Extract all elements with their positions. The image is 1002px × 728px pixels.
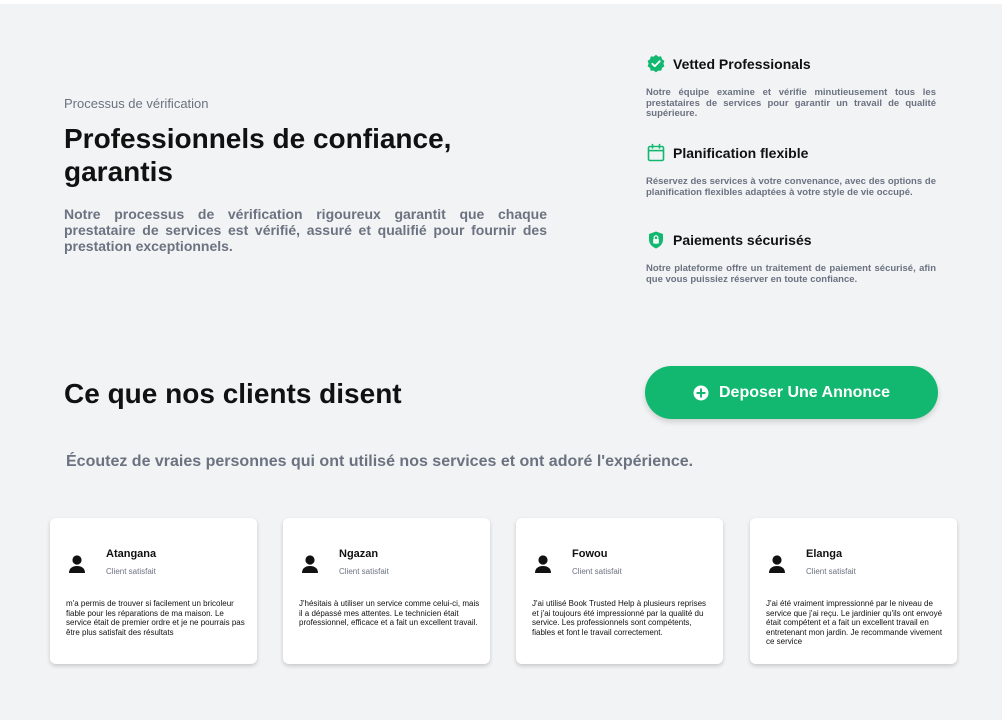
feature-title: Paiements sécurisés bbox=[673, 232, 812, 248]
card-quote: J'ai utilisé Book Trusted Help à plusieu… bbox=[532, 599, 707, 637]
card-quote: J'ai été vraiment impressionné par le ni… bbox=[766, 599, 943, 646]
testimonial-card: Elanga Client satisfait J'ai été vraimen… bbox=[750, 518, 957, 664]
testimonial-card: Ngazan Client satisfait J'hésitais à uti… bbox=[283, 518, 490, 664]
user-avatar-icon bbox=[768, 554, 786, 574]
feature-flexible-scheduling: Planification flexible Réservez des serv… bbox=[646, 143, 936, 198]
feature-vetted-professionals: Vetted Professionals Notre équipe examin… bbox=[646, 54, 936, 120]
user-avatar-icon bbox=[68, 554, 86, 574]
card-author-role: Client satisfait bbox=[806, 567, 856, 576]
user-avatar-icon bbox=[301, 554, 319, 574]
testimonial-card: Atangana Client satisfait m'a permis de … bbox=[50, 518, 257, 664]
feature-description: Notre plateforme offre un traitement de … bbox=[646, 263, 936, 285]
feature-description: Notre équipe examine et vérifie minutieu… bbox=[646, 87, 936, 119]
lock-shield-icon bbox=[646, 230, 666, 250]
card-author-role: Client satisfait bbox=[106, 567, 156, 576]
hero-eyebrow: Processus de vérification bbox=[64, 96, 209, 111]
card-author-name: Fowou bbox=[572, 548, 608, 560]
card-author-role: Client satisfait bbox=[572, 567, 622, 576]
post-listing-button[interactable]: Deposer Une Annonce bbox=[645, 366, 938, 419]
feature-secure-payments: Paiements sécurisés Notre plateforme off… bbox=[646, 230, 936, 285]
page-section: Processus de vérification Professionnels… bbox=[0, 4, 1002, 720]
card-author-name: Atangana bbox=[106, 548, 157, 560]
user-avatar-icon bbox=[534, 554, 552, 574]
testimonials-subtitle: Écoutez de vraies personnes qui ont util… bbox=[66, 453, 694, 470]
hero-description: Notre processus de vérification rigoureu… bbox=[64, 206, 547, 254]
feature-title: Vetted Professionals bbox=[673, 56, 811, 72]
card-quote: m'a permis de trouver si facilement un b… bbox=[66, 599, 245, 637]
card-author-name: Elanga bbox=[806, 548, 843, 560]
card-quote: J'hésitais à utiliser un service comme c… bbox=[299, 599, 480, 627]
plus-circle-icon bbox=[693, 385, 709, 401]
feature-title: Planification flexible bbox=[673, 145, 809, 161]
feature-description: Réservez des services à votre convenance… bbox=[646, 176, 936, 198]
post-listing-label: Deposer Une Annonce bbox=[719, 383, 890, 401]
testimonials-title: Ce que nos clients disent bbox=[64, 378, 402, 409]
verified-badge-icon bbox=[646, 54, 666, 74]
hero-title: Professionnels de confiance, garantis bbox=[64, 123, 452, 187]
calendar-icon bbox=[646, 143, 666, 163]
card-author-role: Client satisfait bbox=[339, 567, 389, 576]
card-author-name: Ngazan bbox=[339, 548, 379, 560]
testimonial-card: Fowou Client satisfait J'ai utilisé Book… bbox=[516, 518, 723, 664]
